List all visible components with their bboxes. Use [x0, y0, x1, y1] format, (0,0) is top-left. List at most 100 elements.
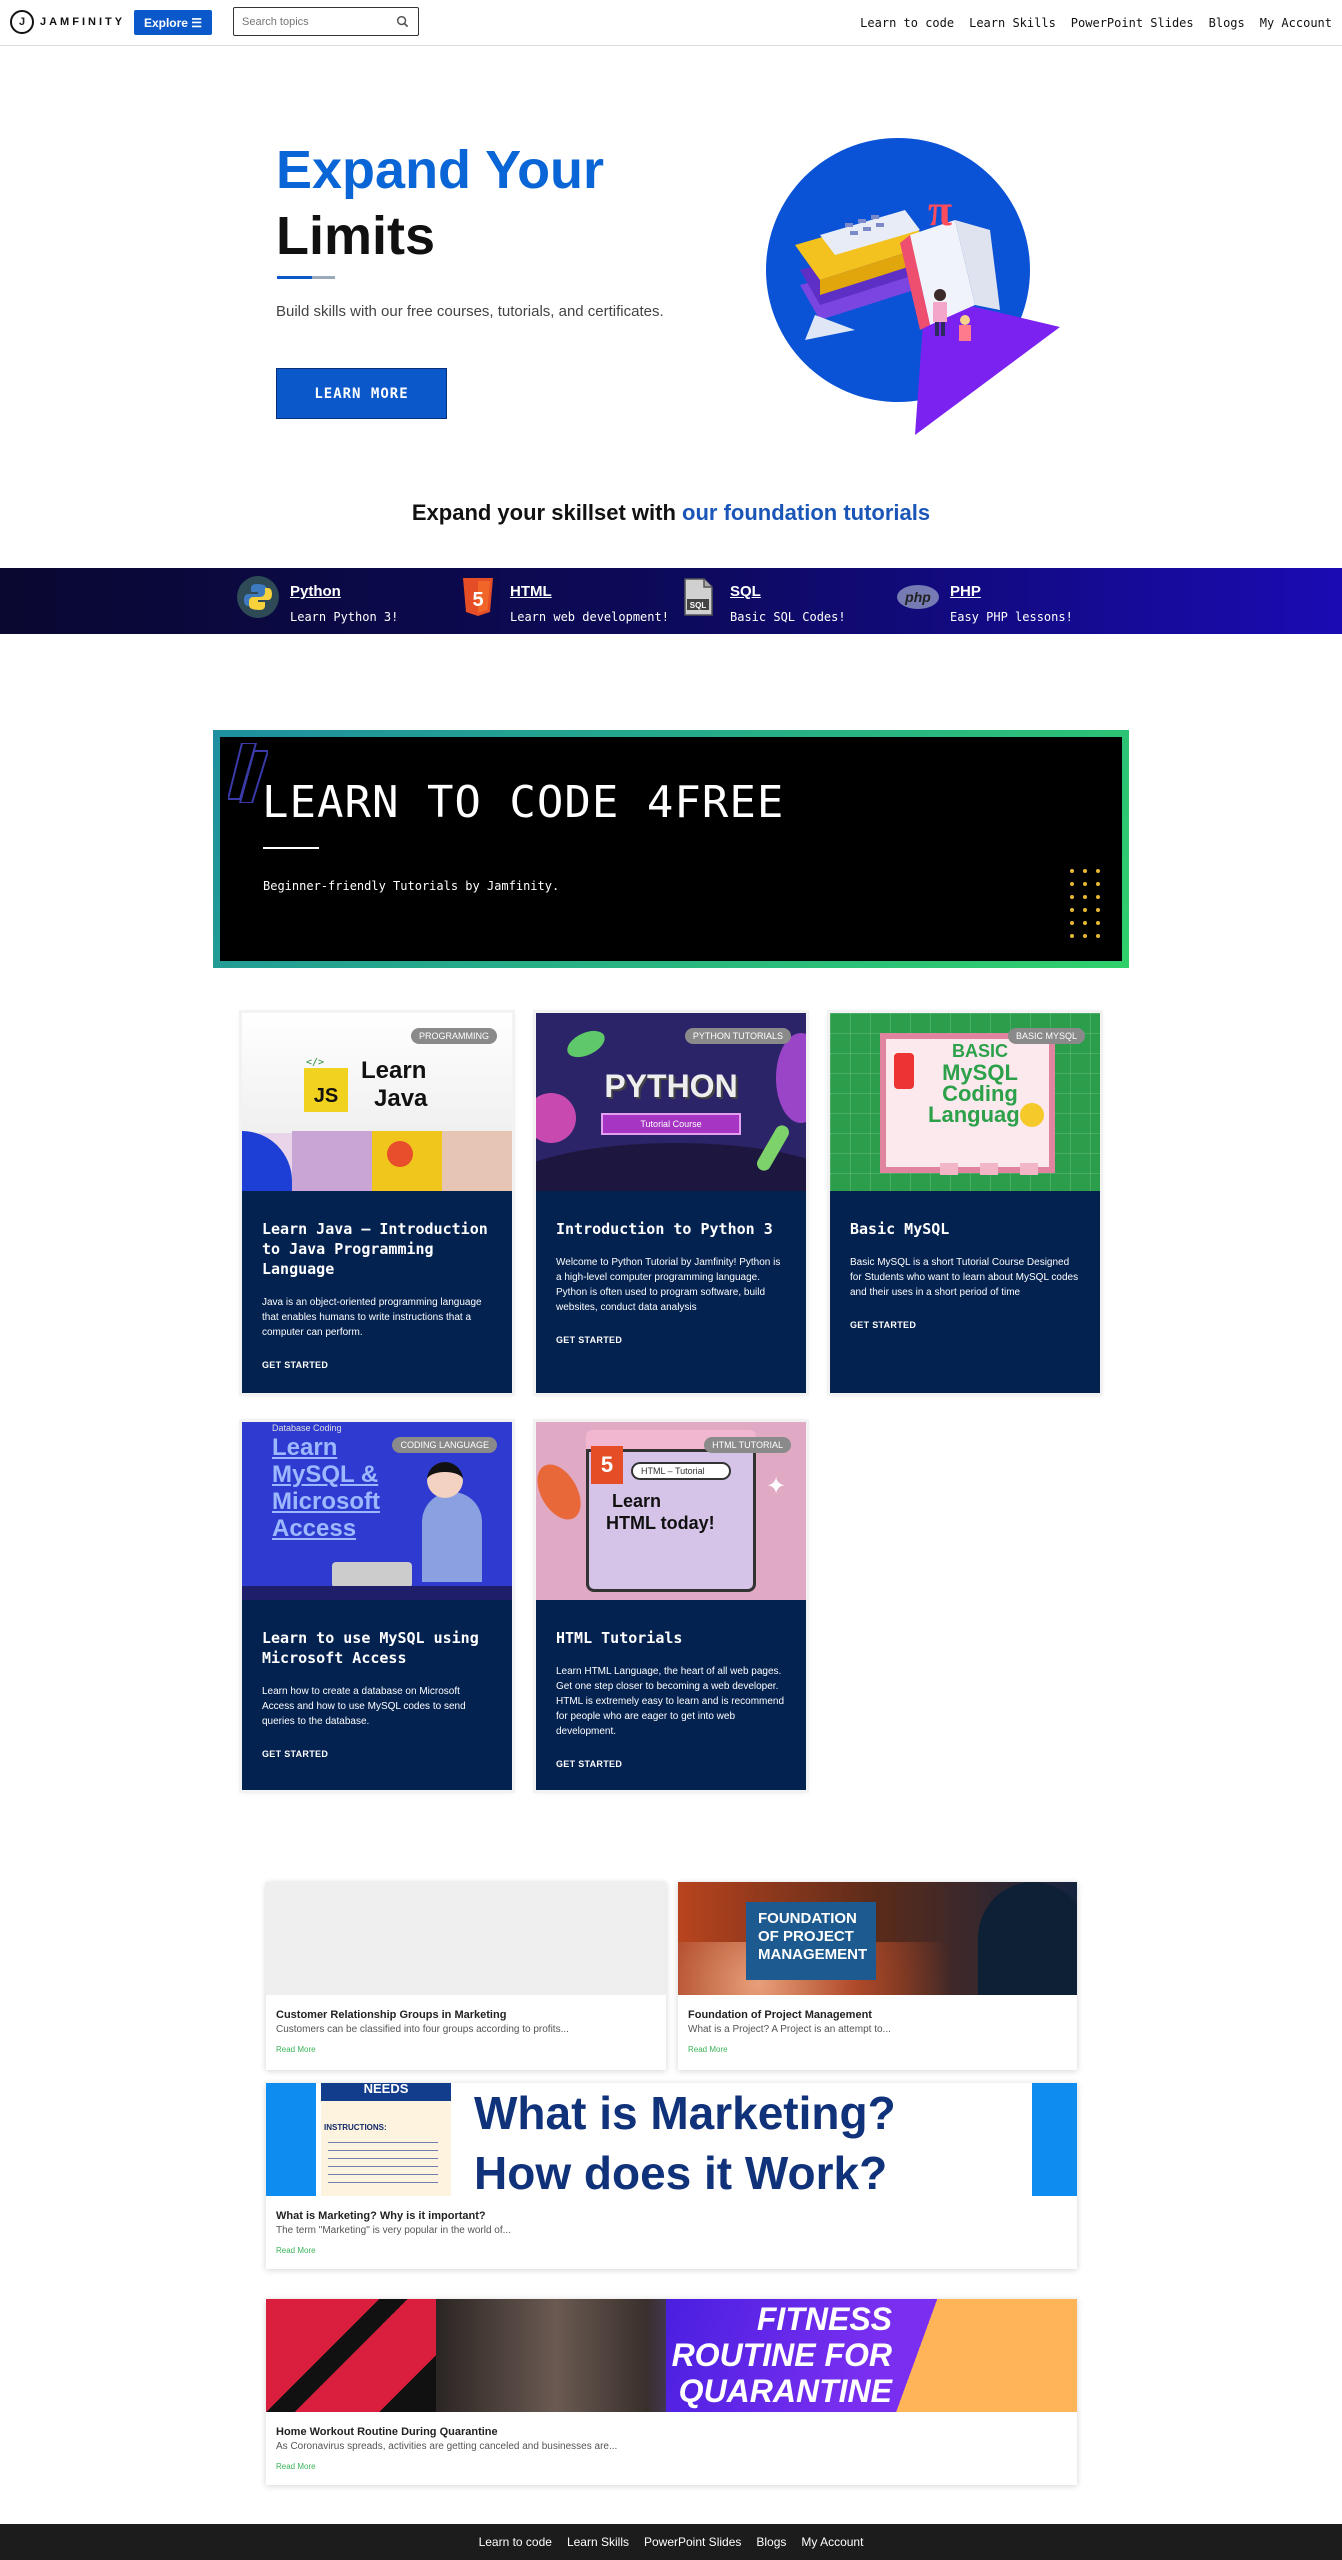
logo-icon: J	[10, 10, 34, 34]
course-card-python[interactable]: PYTHON Tutorial Course PYTHON TUTORIALS …	[536, 1013, 806, 1393]
read-more-link[interactable]: Read More	[276, 2246, 1067, 2255]
course-image-html-line1: Learn	[612, 1491, 662, 1511]
svg-text:php: php	[904, 589, 931, 605]
course-description: Java is an object-oriented programming l…	[262, 1297, 482, 1338]
tutorial-php[interactable]: php PHP Easy PHP lessons!	[896, 575, 1073, 624]
course-card-mysql[interactable]: BASIC MySQL Coding Language BASIC MYSQL …	[830, 1013, 1100, 1393]
blog-image-project-management: FOUNDATION OF PROJECT MANAGEMENT	[678, 1882, 1077, 1995]
banner-title: LEARN TO CODE 4FREE	[262, 777, 785, 828]
learn-more-button[interactable]: LEARN MORE	[276, 368, 447, 419]
smiley-icon	[1020, 1103, 1044, 1127]
blog-card-project-management[interactable]: FOUNDATION OF PROJECT MANAGEMENT Foundat…	[678, 1882, 1077, 2070]
foundation-heading: Expand your skillset with our foundation…	[0, 500, 1342, 526]
course-image-access: Database Coding Learn MySQL & Microsoft …	[242, 1422, 512, 1600]
tutorial-python-desc: Learn Python 3!	[290, 610, 399, 624]
get-started-link[interactable]: GET STARTED	[850, 1320, 1080, 1330]
pi-icon: π	[928, 186, 952, 235]
course-title[interactable]: Basic MySQL	[850, 1219, 1080, 1239]
blog-image-fitness-line1: FITNESS	[756, 2301, 892, 2337]
nav-powerpoint-slides[interactable]: PowerPoint Slides	[1071, 16, 1194, 30]
read-more-link[interactable]: Read More	[688, 2045, 1067, 2054]
nav-blogs[interactable]: Blogs	[1209, 16, 1245, 30]
blog-card-crm[interactable]: Customer Relationship Groups in Marketin…	[266, 1882, 666, 2070]
foundation-highlight[interactable]: our foundation tutorials	[682, 500, 930, 525]
tutorial-html[interactable]: 5 HTML Learn web development!	[456, 575, 669, 624]
get-started-link[interactable]: GET STARTED	[556, 1335, 786, 1345]
nav-learn-skills[interactable]: Learn Skills	[969, 16, 1056, 30]
blog-image-fitness-line2: ROUTINE FOR	[671, 2337, 892, 2373]
course-badge[interactable]: BASIC MYSQL	[1007, 1028, 1085, 1044]
sql-file-icon: SQL	[676, 575, 720, 619]
footer-nav-powerpoint-slides[interactable]: PowerPoint Slides	[644, 2535, 741, 2549]
blog-image-mk-line2: How does it Work?	[474, 2147, 888, 2196]
course-badge[interactable]: PYTHON TUTORIALS	[684, 1028, 791, 1044]
search-icon[interactable]	[396, 15, 409, 28]
blog-image-fitness-line3: QUARANTINE	[678, 2373, 892, 2409]
blog-title[interactable]: What is Marketing? Why is it important?	[276, 2210, 1067, 2222]
js-logo-icon: JS	[304, 1068, 348, 1112]
tutorial-sql[interactable]: SQL SQL Basic SQL Codes!	[676, 575, 846, 624]
blog-title[interactable]: Home Workout Routine During Quarantine	[276, 2426, 1067, 2438]
blog-card-marketing[interactable]: NEEDS INSTRUCTIONS: What is Marketing? H…	[266, 2083, 1077, 2269]
hero-title-line2: Limits	[276, 206, 436, 266]
footer-nav-my-account[interactable]: My Account	[801, 2535, 863, 2549]
blog-image-pm-line3: MANAGEMENT	[758, 1946, 868, 1963]
blog-title[interactable]: Customer Relationship Groups in Marketin…	[276, 2009, 656, 2021]
blog-image-pm-line1: FOUNDATION	[758, 1910, 857, 1927]
course-image-python-title: PYTHON	[604, 1068, 738, 1104]
course-image-java-line1: Learn	[361, 1057, 427, 1084]
svg-text:5: 5	[472, 589, 483, 611]
search-input[interactable]	[242, 8, 392, 35]
nav-my-account[interactable]: My Account	[1260, 16, 1332, 30]
blog-image-placeholder	[266, 1882, 666, 1995]
blog-excerpt: As Coronavirus spreads, activities are g…	[276, 2441, 618, 2452]
nav-learn-to-code[interactable]: Learn to code	[860, 16, 954, 30]
tutorial-python[interactable]: Python Learn Python 3!	[236, 575, 398, 624]
blog-image-mk-line1: What is Marketing?	[474, 2087, 896, 2139]
tutorial-html-name[interactable]: HTML	[510, 583, 669, 600]
course-card-html[interactable]: 5 HTML – Tutorial Learn HTML today! ✦ HT…	[536, 1422, 806, 1790]
footer-nav-blogs[interactable]: Blogs	[756, 2535, 786, 2549]
explore-button[interactable]: Explore ☰	[134, 10, 212, 35]
course-title[interactable]: Learn to use MySQL using Microsoft Acces…	[262, 1628, 492, 1668]
course-card-java[interactable]: JS </> Learn Java PROGRAMMING Learn Java…	[242, 1013, 512, 1393]
footer-nav-learn-skills[interactable]: Learn Skills	[567, 2535, 629, 2549]
blog-card-workout[interactable]: FITNESS ROUTINE FOR QUARANTINE Home Work…	[266, 2299, 1077, 2485]
blog-excerpt: Customers can be classified into four gr…	[276, 2024, 569, 2035]
sparkle-icon: ✦	[766, 1473, 787, 1500]
logo-text: JAMFINITY	[40, 16, 126, 28]
blog-image-mk-instructions: INSTRUCTIONS:	[324, 2123, 387, 2132]
get-started-link[interactable]: GET STARTED	[262, 1749, 492, 1759]
course-image-mysql-line3: Coding	[942, 1081, 1018, 1106]
get-started-link[interactable]: GET STARTED	[556, 1759, 786, 1769]
course-badge[interactable]: PROGRAMMING	[410, 1028, 497, 1044]
course-title[interactable]: Learn Java – Introduction to Java Progra…	[262, 1219, 492, 1279]
course-badge[interactable]: CODING LANGUAGE	[392, 1437, 497, 1453]
course-image-mysql-line2: MySQL	[942, 1060, 1018, 1085]
read-more-link[interactable]: Read More	[276, 2045, 656, 2054]
course-description: Welcome to Python Tutorial by Jamfinity!…	[556, 1257, 781, 1313]
hero-divider	[277, 276, 335, 279]
learn-to-code-banner: LEARN TO CODE 4FREE Beginner-friendly Tu…	[213, 730, 1129, 968]
course-card-access[interactable]: Database Coding Learn MySQL & Microsoft …	[242, 1422, 512, 1790]
hero-title-line1: Expand Your	[276, 140, 605, 200]
course-title[interactable]: HTML Tutorials	[556, 1628, 786, 1648]
blog-title[interactable]: Foundation of Project Management	[688, 2009, 1067, 2021]
foundation-tutorials-bar: Python Learn Python 3! 5 HTML Learn web de…	[0, 568, 1342, 634]
course-title[interactable]: Introduction to Python 3	[556, 1219, 786, 1239]
site-logo[interactable]: J JAMFINITY	[10, 10, 125, 34]
course-badge[interactable]: HTML TUTORIAL	[704, 1437, 791, 1453]
read-more-link[interactable]: Read More	[276, 2462, 1067, 2471]
laptop-icon	[332, 1562, 412, 1588]
python-icon	[236, 575, 280, 619]
get-started-link[interactable]: GET STARTED	[262, 1360, 492, 1370]
tutorial-php-name[interactable]: PHP	[950, 583, 1073, 600]
html5-logo-icon: 5	[591, 1446, 623, 1484]
footer-nav-learn-to-code[interactable]: Learn to code	[479, 2535, 552, 2549]
tutorial-python-name[interactable]: Python	[290, 583, 398, 600]
blog-image-mk-needs: NEEDS	[321, 2083, 451, 2101]
tutorial-sql-name[interactable]: SQL	[730, 583, 846, 600]
blog-image-pm-line2: OF PROJECT	[758, 1928, 854, 1945]
html5-icon: 5	[456, 575, 500, 619]
course-image-java-line2: Java	[374, 1085, 428, 1112]
